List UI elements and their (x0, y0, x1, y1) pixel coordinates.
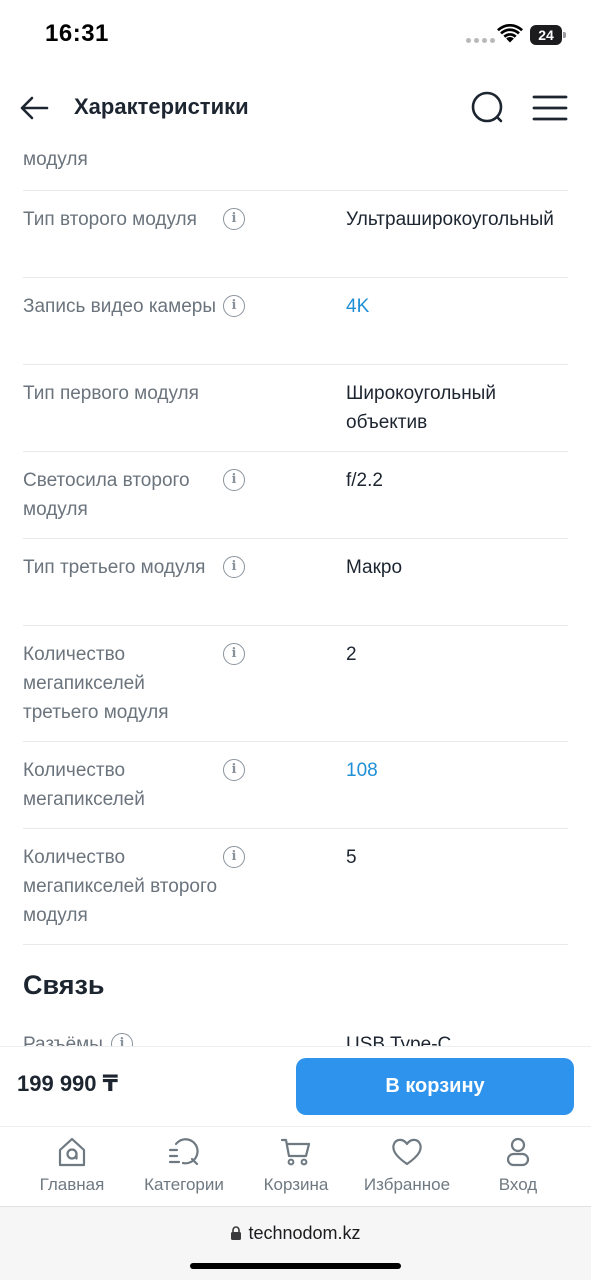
spec-value: f/2.2 (346, 470, 383, 491)
spec-label: Количество мегапикселей второго модуля (23, 847, 218, 926)
info-icon[interactable]: i (223, 643, 245, 665)
spec-row: Светосила второго модуля i f/2.2 (23, 452, 568, 539)
spec-label: Запись видео камеры (23, 296, 216, 317)
info-icon[interactable]: i (223, 846, 245, 868)
spec-value: Ультраширокоугольный (346, 209, 554, 230)
nav-label: Категории (144, 1175, 224, 1194)
spec-value-link[interactable]: 108 (346, 756, 586, 785)
home-icon (58, 1137, 86, 1167)
signal-dots-icon (466, 38, 495, 43)
page-header: Характеристики (0, 78, 591, 138)
spec-label: Разъёмы (23, 1034, 103, 1046)
home-indicator (190, 1263, 401, 1269)
spec-label: Количество мегапикселей (23, 760, 145, 810)
spec-value: 2 (346, 644, 357, 665)
spec-label: Тип третьего модуля (23, 557, 206, 578)
bottom-navigation: Главная Категории Корзина Избранное Вход (0, 1126, 591, 1206)
spec-row: Количество мегапикселей второго модуля i… (23, 829, 568, 945)
cart-icon (280, 1138, 311, 1166)
battery-icon: 24 (530, 25, 566, 45)
catalog-search-icon (168, 1138, 199, 1166)
status-bar: 16:31 24 (0, 0, 591, 70)
nav-label: Главная (39, 1175, 105, 1194)
battery-level: 24 (530, 25, 562, 45)
add-to-cart-button[interactable]: В корзину (296, 1058, 574, 1115)
spec-label: Тип второго модуля (23, 209, 197, 230)
spec-value-link[interactable]: 4K (346, 292, 586, 321)
search-icon[interactable] (470, 90, 506, 126)
spec-label: Количество мегапикселей третьего модуля (23, 644, 169, 723)
spec-row: Количество мегапикселей третьего модуля … (23, 626, 568, 742)
nav-label: Избранное (363, 1175, 451, 1194)
spec-row: Запись видео камеры i 4K (23, 278, 568, 365)
spec-row: модуля (23, 138, 568, 191)
status-time: 16:31 (45, 20, 109, 47)
spec-label: Тип первого модуля (23, 383, 199, 404)
heart-icon (392, 1138, 422, 1166)
spec-row: Разъёмы i USB Type-C (23, 1018, 568, 1046)
purchase-bar: 199 990 ₸ В корзину (0, 1046, 591, 1126)
nav-item-cart[interactable]: Корзина (236, 1135, 356, 1195)
spec-row: Количество мегапикселей i 108 (23, 742, 568, 829)
section-title: Связь (23, 970, 105, 1000)
nav-label: Вход (498, 1175, 538, 1194)
user-icon (506, 1137, 530, 1167)
menu-icon[interactable] (532, 94, 568, 122)
spec-value: Широкоугольный объектив (346, 383, 496, 433)
spec-row: Тип второго модуля i Ультраширокоугольны… (23, 191, 568, 278)
nav-label: Корзина (263, 1175, 329, 1194)
info-icon[interactable]: i (223, 295, 245, 317)
spec-label: модуля (23, 149, 88, 170)
info-icon[interactable]: i (223, 469, 245, 491)
url-text: technodom.kz (248, 1223, 361, 1243)
nav-item-favorites[interactable]: Избранное (347, 1135, 467, 1195)
browser-url-bar[interactable]: technodom.kz (0, 1206, 591, 1280)
info-icon[interactable]: i (223, 208, 245, 230)
nav-item-catalog[interactable]: Категории (124, 1135, 244, 1195)
info-icon[interactable]: i (111, 1033, 133, 1046)
spec-value: USB Type-C (346, 1034, 452, 1046)
page-title: Характеристики (74, 94, 249, 119)
product-price: 199 990 ₸ (17, 1071, 118, 1096)
specs-list[interactable]: модуля Тип второго модуля i Ультрашироко… (0, 138, 591, 1046)
back-arrow-icon[interactable] (18, 92, 50, 124)
spec-label: Светосила второго модуля (23, 470, 190, 520)
url-display[interactable]: technodom.kz (0, 1223, 591, 1244)
spec-row: Тип третьего модуля i Макро (23, 539, 568, 626)
spec-value: 5 (346, 847, 357, 868)
lock-icon (231, 1226, 242, 1240)
wifi-icon (497, 24, 523, 43)
info-icon[interactable]: i (223, 759, 245, 781)
spec-value: Макро (346, 557, 403, 578)
nav-item-home[interactable]: Главная (12, 1135, 132, 1195)
info-icon[interactable]: i (223, 556, 245, 578)
nav-item-login[interactable]: Вход (458, 1135, 578, 1195)
spec-row: Тип первого модуля Широкоугольный объект… (23, 365, 568, 452)
